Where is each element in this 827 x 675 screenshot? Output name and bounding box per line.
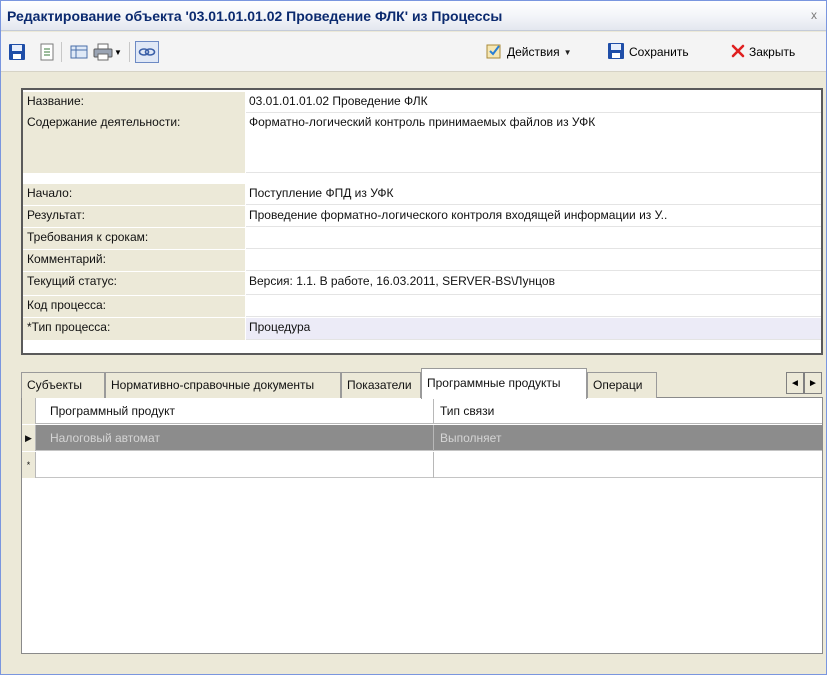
save-icon[interactable] xyxy=(7,42,27,62)
property-label: *Тип процесса: xyxy=(23,318,245,340)
column-header-link-type[interactable]: Тип связи xyxy=(434,398,822,424)
close-icon xyxy=(731,44,745,61)
document-icon[interactable] xyxy=(37,42,57,62)
save-button-icon xyxy=(607,42,625,63)
tab-reference-documents[interactable]: Нормативно-справочные документы xyxy=(105,372,341,398)
properties-panel: Название: 03.01.01.01.02 Проведение ФЛК … xyxy=(21,88,823,355)
property-label: Название: xyxy=(23,92,245,113)
tab-scroll-right-button[interactable]: ► xyxy=(804,372,822,394)
edit-object-window: Редактирование объекта '03.01.01.01.02 П… xyxy=(0,0,827,675)
tab-operations[interactable]: Операци xyxy=(587,372,657,398)
close-button[interactable]: Закрыть xyxy=(731,41,795,63)
property-row-content[interactable]: Содержание деятельности: Форматно-логиче… xyxy=(23,113,821,173)
link-type-cell[interactable]: Выполняет xyxy=(434,425,822,451)
table-row-new[interactable]: * xyxy=(22,452,822,478)
print-icon[interactable] xyxy=(93,42,113,62)
column-header-product[interactable]: Программный продукт xyxy=(44,398,434,424)
property-label: Комментарий: xyxy=(23,250,245,271)
actions-label: Действия xyxy=(507,45,560,59)
row-selected-indicator-icon[interactable]: ▶ xyxy=(22,425,36,451)
property-value[interactable]: Процедура xyxy=(246,318,821,340)
property-value[interactable]: Проведение форматно-логического контроля… xyxy=(246,206,821,227)
row-header-corner xyxy=(22,398,36,424)
property-label: Результат: xyxy=(23,206,245,227)
property-value[interactable]: 03.01.01.01.02 Проведение ФЛК xyxy=(246,92,821,113)
property-label: Требования к срокам: xyxy=(23,228,245,249)
property-row-start[interactable]: Начало: Поступление ФПД из УФК xyxy=(23,184,821,205)
product-cell[interactable]: Налоговый автомат xyxy=(44,425,432,451)
actions-icon xyxy=(485,42,503,63)
window-close-icon[interactable]: x xyxy=(806,7,822,23)
product-cell[interactable] xyxy=(44,452,432,478)
property-row-result[interactable]: Результат: Проведение форматно-логическо… xyxy=(23,206,821,227)
save-button[interactable]: Сохранить xyxy=(607,41,689,63)
property-row-deadlines[interactable]: Требования к срокам: xyxy=(23,228,821,249)
property-row-status[interactable]: Текущий статус: Версия: 1.1. В работе, 1… xyxy=(23,272,821,295)
link-icon[interactable] xyxy=(135,41,159,63)
property-value[interactable] xyxy=(246,296,821,317)
tab-strip: Субъекты Нормативно-справочные документы… xyxy=(21,368,823,399)
property-row-process-type[interactable]: *Тип процесса: Процедура xyxy=(23,318,821,340)
tab-indicators[interactable]: Показатели xyxy=(341,372,421,398)
property-row-process-code[interactable]: Код процесса: xyxy=(23,296,821,317)
toolbar-separator xyxy=(61,42,62,62)
property-value[interactable]: Форматно-логический контроль принимаемых… xyxy=(246,113,821,173)
property-label: Начало: xyxy=(23,184,245,205)
property-label: Текущий статус: xyxy=(23,272,245,295)
table-icon[interactable] xyxy=(69,42,89,62)
property-row-comment[interactable]: Комментарий: xyxy=(23,250,821,271)
property-value[interactable] xyxy=(246,228,821,249)
print-dropdown-arrow-icon[interactable]: ▼ xyxy=(113,42,123,62)
property-value[interactable]: Версия: 1.1. В работе, 16.03.2011, SERVE… xyxy=(246,272,821,295)
property-label: Код процесса: xyxy=(23,296,245,317)
toolbar-separator xyxy=(129,42,130,62)
table-row[interactable]: ▶ Налоговый автомат Выполняет xyxy=(22,425,822,451)
property-row-name[interactable]: Название: 03.01.01.01.02 Проведение ФЛК xyxy=(23,92,821,113)
new-row-indicator-icon[interactable]: * xyxy=(22,452,36,478)
link-type-cell[interactable] xyxy=(434,452,822,478)
toolbar: ▼ Действия ▼ Сохранить Закрыть xyxy=(1,32,826,72)
chevron-down-icon: ▼ xyxy=(563,47,572,57)
actions-menu-button[interactable]: Действия ▼ xyxy=(485,41,572,63)
title-bar[interactable]: Редактирование объекта '03.01.01.01.02 П… xyxy=(1,1,826,31)
tab-software-products[interactable]: Программные продукты xyxy=(421,368,587,399)
property-value[interactable] xyxy=(246,250,821,271)
software-products-grid: Программный продукт Тип связи ▶ Налоговы… xyxy=(21,398,823,654)
grid-header: Программный продукт Тип связи xyxy=(22,398,822,424)
close-label: Закрыть xyxy=(749,45,796,59)
tab-subjects[interactable]: Субъекты xyxy=(21,372,105,398)
window-title: Редактирование объекта '03.01.01.01.02 П… xyxy=(7,8,503,24)
property-value[interactable]: Поступление ФПД из УФК xyxy=(246,184,821,205)
tab-scroll-left-button[interactable]: ◄ xyxy=(786,372,804,394)
save-label: Сохранить xyxy=(629,45,689,59)
property-label: Содержание деятельности: xyxy=(23,113,245,173)
